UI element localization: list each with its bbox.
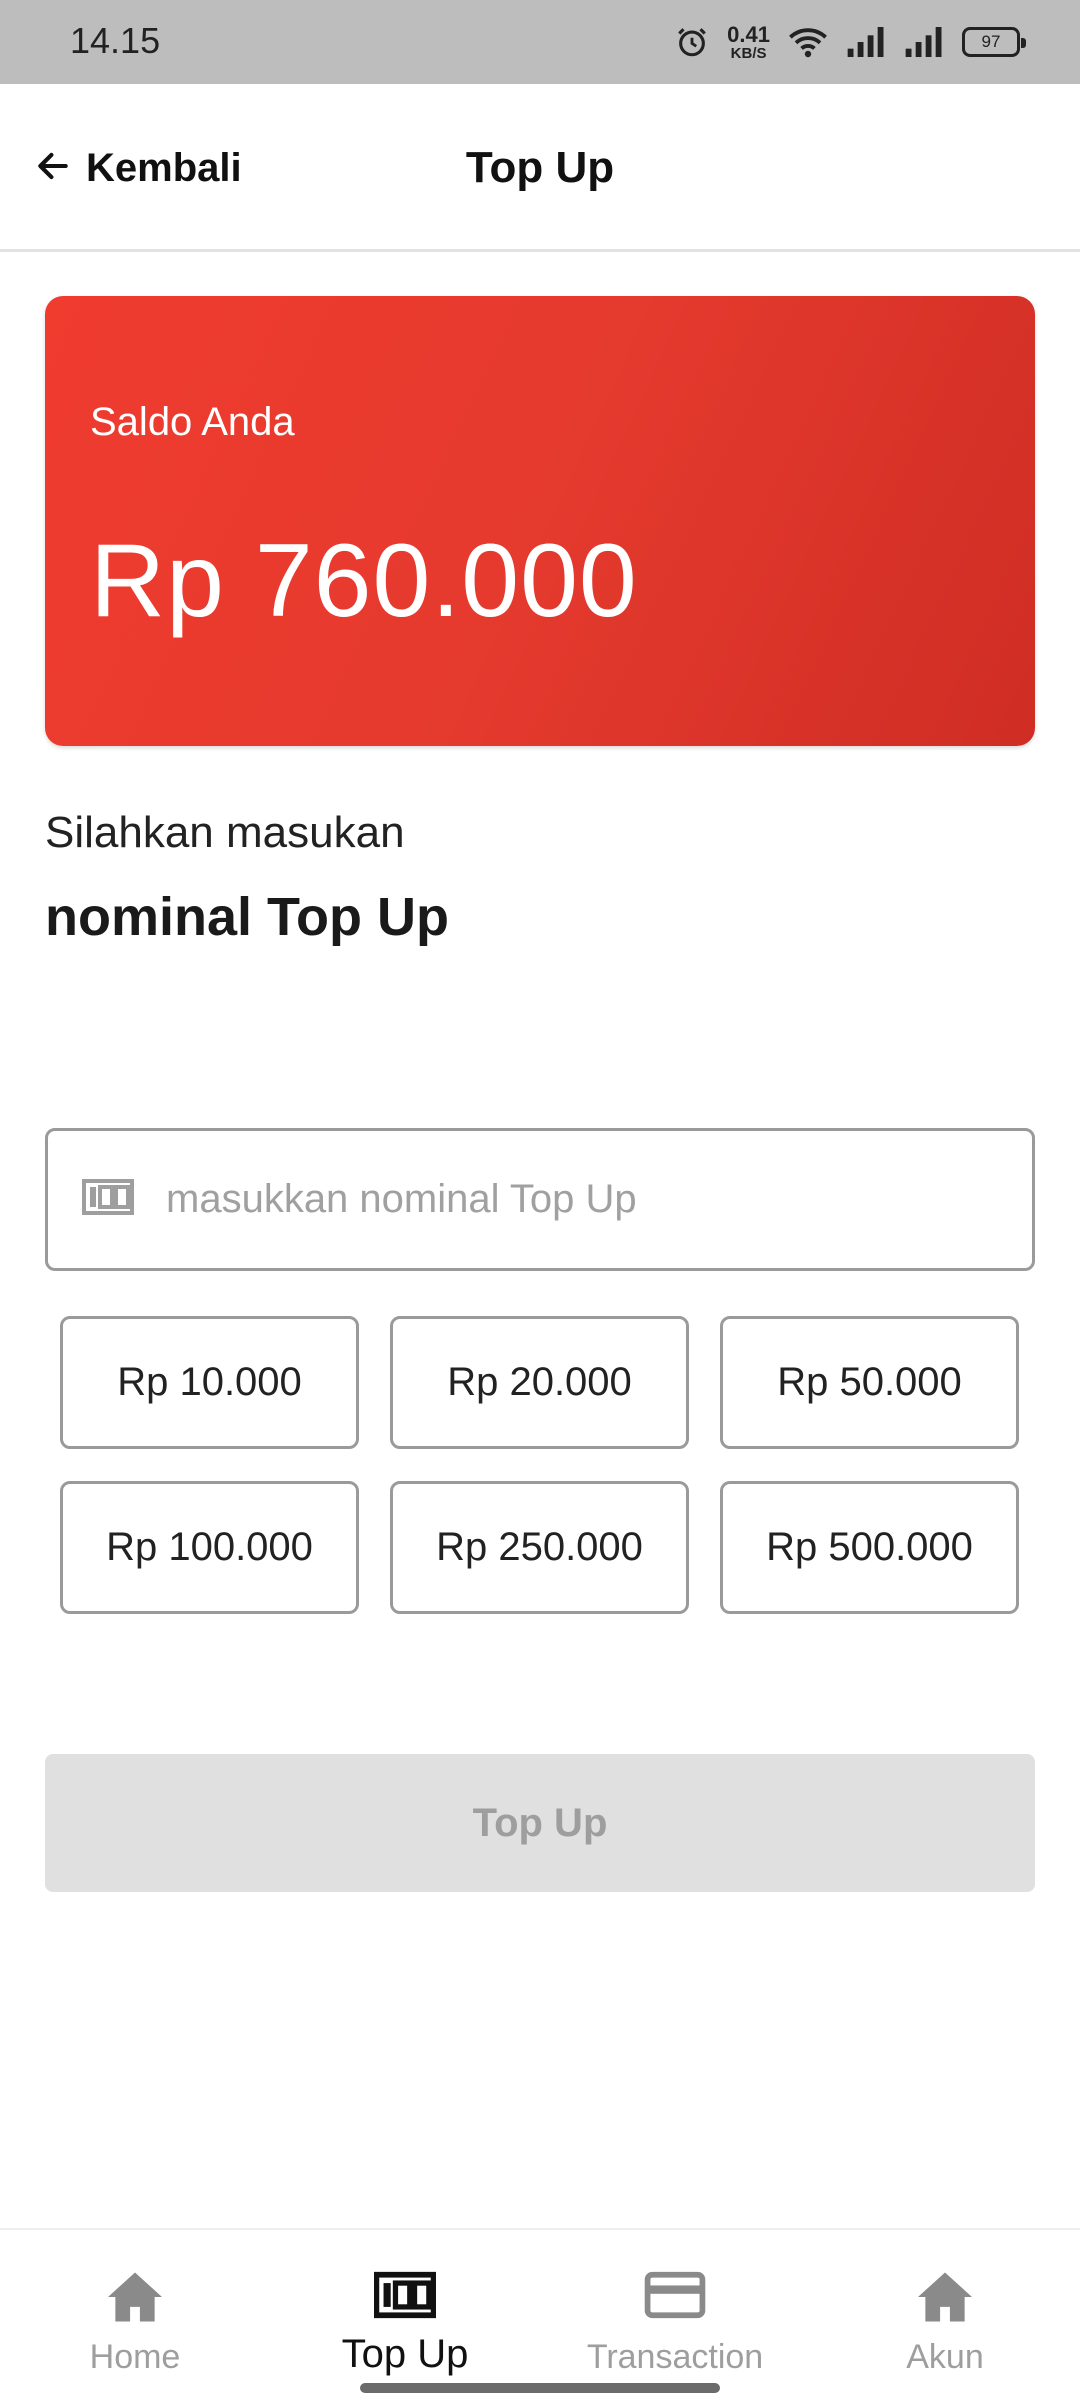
signal-icon [846, 27, 886, 57]
nav-item-top-up[interactable]: Top Up [270, 2230, 540, 2400]
status-time: 14.15 [70, 20, 161, 61]
preset-button-50000[interactable]: Rp 50.000 [720, 1316, 1019, 1449]
money-icon [82, 1177, 134, 1222]
nav-item-akun[interactable]: Akun [810, 2230, 1080, 2400]
nav-item-home[interactable]: Home [0, 2230, 270, 2400]
nav-label-akun: Akun [906, 2338, 984, 2376]
amount-input[interactable] [166, 1131, 1006, 1268]
signal-icon [904, 27, 944, 57]
app-header: Kembali Top Up [0, 84, 1080, 252]
network-speed-unit: KB/S [730, 44, 767, 62]
bottom-nav: Home Top Up Transaction Akun [0, 2228, 1080, 2400]
balance-card: Saldo Anda Rp 760.000 [45, 296, 1035, 746]
home-indicator [360, 2383, 720, 2393]
prompt-heading: nominal Top Up [45, 887, 449, 947]
top-up-submit-button[interactable]: Top Up [45, 1754, 1035, 1892]
money-icon [373, 2270, 437, 2325]
nav-label-transaction: Transaction [586, 2338, 764, 2376]
prompt-text: Silahkan masukan [45, 808, 405, 857]
nav-label-top-up: Top Up [341, 2332, 469, 2376]
preset-button-100000[interactable]: Rp 100.000 [60, 1481, 359, 1614]
nav-item-transaction[interactable]: Transaction [540, 2230, 810, 2400]
preset-button-250000[interactable]: Rp 250.000 [390, 1481, 689, 1614]
wifi-icon [788, 26, 828, 58]
status-bar: 14.15 0.41 KB/S 97 [0, 0, 1080, 84]
alarm-icon [675, 25, 709, 59]
network-speed: 0.41 KB/S [727, 21, 770, 62]
status-icons: 0.41 KB/S 97 [675, 18, 1026, 66]
amount-input-field[interactable] [45, 1128, 1035, 1271]
network-speed-value: 0.41 [727, 21, 770, 47]
home-icon [105, 2270, 165, 2329]
battery-icon: 97 [962, 27, 1026, 57]
preset-button-20000[interactable]: Rp 20.000 [390, 1316, 689, 1449]
page-title: Top Up [465, 143, 615, 192]
nav-label-home: Home [89, 2338, 181, 2376]
balance-amount: Rp 760.000 [90, 523, 638, 639]
balance-label: Saldo Anda [90, 400, 295, 444]
battery-level: 97 [981, 32, 1001, 51]
home-icon [915, 2270, 975, 2329]
credit-card-icon [644, 2270, 706, 2325]
preset-button-10000[interactable]: Rp 10.000 [60, 1316, 359, 1449]
preset-button-500000[interactable]: Rp 500.000 [720, 1481, 1019, 1614]
